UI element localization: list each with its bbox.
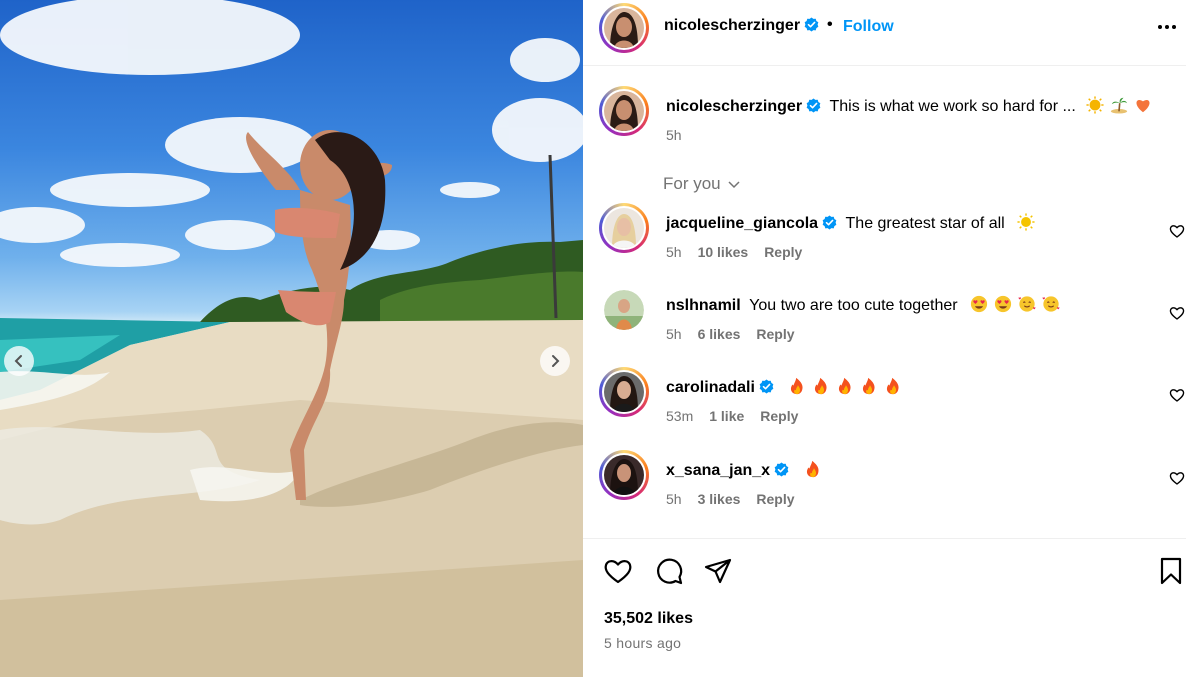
comment-icon[interactable] bbox=[654, 556, 684, 586]
comment-heart-icon[interactable] bbox=[1169, 223, 1185, 239]
comment-heart-icon[interactable] bbox=[1169, 387, 1185, 403]
heart-eyes-emoji bbox=[994, 295, 1012, 313]
verified-badge-icon bbox=[774, 462, 789, 477]
comment-item: carolinadali 53m 1 like Reply bbox=[583, 367, 1186, 437]
comment-timestamp: 5h bbox=[666, 326, 682, 342]
reply-button[interactable]: Reply bbox=[756, 491, 794, 507]
comment-text: You two are too cute together bbox=[749, 297, 958, 314]
fire-emoji bbox=[863, 377, 875, 395]
post-timestamp: 5 hours ago bbox=[604, 635, 682, 651]
commenter-avatar[interactable] bbox=[599, 203, 649, 253]
commenter-username[interactable]: x_sana_jan_x bbox=[666, 462, 770, 479]
fire-emoji bbox=[887, 377, 899, 395]
reply-button[interactable]: Reply bbox=[756, 326, 794, 342]
caption-author-avatar[interactable] bbox=[599, 86, 649, 136]
sun-emoji bbox=[1086, 96, 1104, 114]
comment-timestamp: 5h bbox=[666, 244, 682, 260]
orange-heart-emoji bbox=[1136, 100, 1150, 113]
comment-timestamp: 5h bbox=[666, 491, 682, 507]
likes-count[interactable]: 35,502 likes bbox=[604, 610, 693, 628]
heart-eyes-emoji bbox=[970, 295, 988, 313]
comments-filter-label: For you bbox=[663, 174, 721, 193]
more-horizontal-icon[interactable] bbox=[1155, 15, 1179, 39]
beach-photo bbox=[0, 0, 583, 677]
verified-badge-icon bbox=[804, 17, 819, 32]
comment-heart-icon[interactable] bbox=[1169, 470, 1185, 486]
chevron-right-icon bbox=[552, 355, 560, 367]
commenter-avatar[interactable] bbox=[604, 290, 644, 330]
fire-emoji bbox=[791, 377, 803, 395]
caption-text: This is what we work so hard for ... bbox=[829, 98, 1081, 115]
heart-icon[interactable] bbox=[603, 556, 633, 586]
post-actions-bar: 35,502 likes 5 hours ago bbox=[583, 538, 1186, 668]
verified-badge-icon bbox=[759, 379, 774, 394]
post-side-panel: nicolescherzinger • Follow nicolescherzi… bbox=[583, 0, 1186, 677]
commenter-avatar[interactable] bbox=[599, 367, 649, 417]
comment-likes[interactable]: 1 like bbox=[709, 408, 744, 424]
comment-item: nslhnamil You two are too cute together … bbox=[583, 285, 1186, 355]
palm-island-emoji bbox=[1111, 97, 1128, 114]
commenter-avatar[interactable] bbox=[599, 450, 649, 500]
comment-likes[interactable]: 10 likes bbox=[698, 244, 749, 260]
reply-button[interactable]: Reply bbox=[764, 244, 802, 260]
next-image-button[interactable] bbox=[540, 346, 570, 376]
caption-timestamp: 5h bbox=[666, 127, 682, 143]
commenter-username[interactable]: jacqueline_giancola bbox=[666, 215, 818, 232]
fire-emoji bbox=[815, 377, 827, 395]
comment-item: jacqueline_giancola The greatest star of… bbox=[583, 203, 1186, 273]
comment-timestamp: 53m bbox=[666, 408, 694, 424]
smiling-hearts-emoji bbox=[1042, 296, 1060, 312]
verified-badge-icon bbox=[806, 98, 821, 113]
comment-item: x_sana_jan_x 5h 3 likes Reply bbox=[583, 450, 1186, 520]
post-header: nicolescherzinger • Follow bbox=[583, 0, 1186, 66]
commenter-username[interactable]: nslhnamil bbox=[666, 297, 741, 314]
commenter-username[interactable]: carolinadali bbox=[666, 379, 755, 396]
author-avatar[interactable] bbox=[599, 3, 649, 53]
author-username[interactable]: nicolescherzinger bbox=[664, 17, 819, 35]
smiling-hearts-emoji bbox=[1018, 296, 1036, 312]
verified-badge-icon bbox=[822, 215, 837, 230]
previous-image-button[interactable] bbox=[4, 346, 34, 376]
paper-plane-icon[interactable] bbox=[703, 556, 733, 586]
separator-dot: • bbox=[827, 16, 833, 33]
chevron-down-icon bbox=[728, 181, 740, 189]
comments-filter-dropdown[interactable]: For you bbox=[663, 174, 741, 194]
reply-button[interactable]: Reply bbox=[760, 408, 798, 424]
bookmark-icon[interactable] bbox=[1156, 556, 1186, 586]
comment-likes[interactable]: 6 likes bbox=[698, 326, 741, 342]
fire-emoji bbox=[839, 377, 851, 395]
sun-emoji bbox=[1017, 213, 1035, 231]
comment-text: The greatest star of all bbox=[845, 215, 1005, 232]
caption-username[interactable]: nicolescherzinger bbox=[666, 98, 802, 115]
comment-likes[interactable]: 3 likes bbox=[698, 491, 741, 507]
post-media[interactable] bbox=[0, 0, 583, 677]
fire-emoji bbox=[806, 460, 819, 478]
follow-button[interactable]: Follow bbox=[843, 18, 894, 36]
comment-heart-icon[interactable] bbox=[1169, 305, 1185, 321]
chevron-left-icon bbox=[14, 355, 22, 367]
